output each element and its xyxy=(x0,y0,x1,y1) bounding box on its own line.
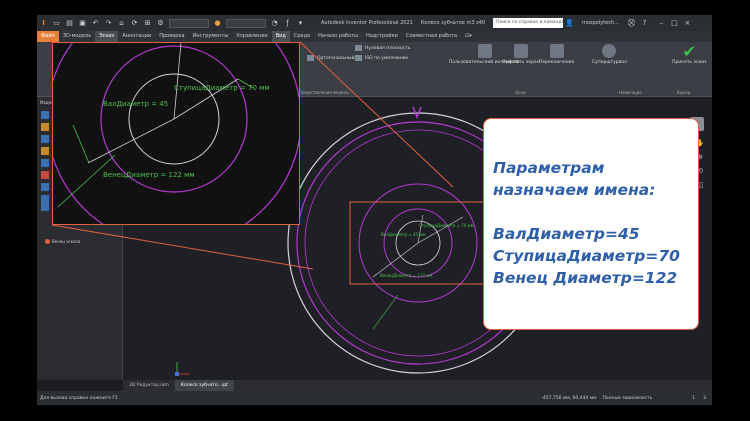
dim-line-rim xyxy=(372,242,419,278)
gear-tooth xyxy=(412,106,422,120)
ucs-triad xyxy=(175,362,189,376)
document-name: Колесо зубчатое m3 z40 xyxy=(420,20,486,26)
clear-screen-button[interactable]: Очистить экран xyxy=(502,44,540,65)
tab-3d-model[interactable]: 3D-модель xyxy=(59,31,95,42)
zoom-inset-canvas: ВалДиаметр = 45 СтупицаДиаметр = 70 мм В… xyxy=(53,43,299,224)
new-file-icon[interactable]: ▭ xyxy=(52,19,61,28)
status-count-1: 1 xyxy=(692,395,696,401)
check-icon: ✔ xyxy=(682,42,696,61)
maximize-icon[interactable]: □ xyxy=(670,19,679,28)
zoom-extension-2 xyxy=(72,124,90,164)
steering-wheel-button[interactable]: Суперштурвал xyxy=(592,44,627,65)
tab-annotations[interactable]: Аннотации xyxy=(118,31,155,42)
settings-icon[interactable]: ⚙ xyxy=(156,19,165,28)
ribbon-tabs: Файл 3D-модель Эскиз Аннотации Проверка … xyxy=(37,31,712,42)
zoom-dim-shaft[interactable]: ВалДиаметр = 45 xyxy=(103,100,168,108)
tab-file[interactable]: Файл xyxy=(37,31,59,42)
user-icon[interactable]: 👤 xyxy=(565,19,574,28)
inventor-logo-icon: I xyxy=(42,18,45,27)
custom-ui-icon xyxy=(477,44,492,58)
tab-extra-dropdown[interactable]: ⊡▾ xyxy=(461,31,476,42)
clear-screen-icon xyxy=(513,44,528,58)
status-dependencies: Полные зависимость xyxy=(602,395,653,401)
tab-environments[interactable]: Среда xyxy=(290,31,314,42)
tab-inspect[interactable]: Проверка xyxy=(155,31,188,42)
tab-view[interactable]: Вид xyxy=(271,31,290,42)
doc-tab-assembly[interactable]: 3D Редуктор.iam xyxy=(123,380,175,391)
panel-label-windows: Окна xyxy=(515,90,526,95)
sketch-item-icon xyxy=(45,239,50,244)
browser-toolstrip xyxy=(41,111,49,211)
zoom-dim-line-shaft xyxy=(173,43,182,120)
annotation-callout: Параметрам назначаем имена: ВалДиаметр=4… xyxy=(483,118,699,330)
close-icon[interactable]: × xyxy=(683,19,692,28)
tab-sketch[interactable]: Эскиз xyxy=(95,31,119,42)
switch-window-button[interactable]: Переключение xyxy=(539,44,574,65)
tab-get-started[interactable]: Начало работы xyxy=(314,31,362,42)
tab-manage[interactable]: Управление xyxy=(232,31,271,42)
clear-appearance-icon[interactable]: ◔ xyxy=(270,19,279,28)
undo-icon[interactable]: ↶ xyxy=(91,19,100,28)
tab-add-ins[interactable]: Надстройки xyxy=(362,31,402,42)
zoom-circles xyxy=(53,43,299,224)
switch-window-icon xyxy=(549,44,564,58)
tab-collaborate[interactable]: Совместная работа xyxy=(402,31,461,42)
minimize-icon[interactable]: – xyxy=(657,19,666,28)
callout-line-5: Венец Диаметр=122 xyxy=(493,269,678,287)
quick-access-toolbar: I ▭ ▤ ▣ ↶ ↷ ⌂ ⟳ ⊞ ⚙ ● ◔ ƒ ▾ Autodesk Inv… xyxy=(37,15,712,31)
ribbon-nominal-plane[interactable]: Нулевая плоскость xyxy=(355,45,411,51)
help-search-input[interactable]: Поиск по справке и командам xyxy=(493,18,564,28)
window-title: Autodesk Inventor Professional 2021 xyxy=(321,20,413,26)
open-file-icon[interactable]: ▤ xyxy=(65,19,74,28)
callout-line-4: СтупицаДиаметр=70 xyxy=(493,247,680,265)
status-help-hint: Для вызова справки нажмите F1 xyxy=(40,395,118,401)
steering-wheel-icon xyxy=(602,44,617,58)
small-dim-hub[interactable]: СтупицаДиаметр = 70 мм xyxy=(419,223,474,228)
zoom-dim-hub[interactable]: СтупицаДиаметр = 70 мм xyxy=(174,84,270,92)
zoom-inset: ВалДиаметр = 45 СтупицаДиаметр = 70 мм В… xyxy=(52,42,300,225)
user-name[interactable]: mospolytech... xyxy=(582,20,619,26)
redo-icon[interactable]: ↷ xyxy=(104,19,113,28)
fx-icon[interactable]: ƒ xyxy=(283,19,292,28)
dropdown-icon[interactable]: ▾ xyxy=(296,19,305,28)
accept-sketch-button[interactable]: ✔ Принять эскиз xyxy=(672,42,707,66)
appearance-select[interactable] xyxy=(226,18,266,28)
ribbon-orthographic[interactable]: Ортогональный xyxy=(307,55,355,61)
zoom-rim-circle xyxy=(53,43,299,224)
callout-line-1: Параметрам xyxy=(493,159,605,177)
dim-line-shaft xyxy=(417,214,424,244)
small-dim-shaft[interactable]: ВалДиаметр = 45 мм xyxy=(381,232,426,237)
document-tabs: 3D Редуктор.iam Колесо зубчато...ipt xyxy=(123,380,712,391)
select-icon[interactable]: ⊞ xyxy=(143,19,152,28)
save-icon[interactable]: ▣ xyxy=(78,19,87,28)
appearance-icon[interactable]: ● xyxy=(213,19,222,28)
dim-line-hub xyxy=(417,216,464,244)
callout-line-3: ВалДиаметр=45 xyxy=(493,225,640,243)
ribbon-iso[interactable]: ISO по умолчанию xyxy=(355,55,408,61)
small-dim-rim[interactable]: ВенецДиаметр = 122 мм xyxy=(380,273,432,278)
help-icon[interactable]: ? xyxy=(640,19,649,28)
zoom-extension-1 xyxy=(57,154,116,208)
dim-extension-rim xyxy=(372,294,399,330)
panel-label-navigation: Навигация xyxy=(619,90,642,95)
doc-tab-part[interactable]: Колесо зубчато...ipt xyxy=(174,380,234,391)
status-coordinates: -457,756 мм, 60,444 мм xyxy=(541,395,597,401)
cart-icon[interactable]: ⛒ xyxy=(627,19,636,28)
panel-label-representation: Представления модели xyxy=(299,90,349,95)
status-count-2: 3 xyxy=(703,395,706,401)
browser-item[interactable]: Венец эскиза xyxy=(45,239,80,244)
home-icon[interactable]: ⌂ xyxy=(117,19,126,28)
panel-label-exit: Выход xyxy=(677,90,691,95)
material-select[interactable] xyxy=(169,18,209,28)
update-icon[interactable]: ⟳ xyxy=(130,19,139,28)
zoom-dim-rim[interactable]: ВенецДиаметр = 122 мм xyxy=(103,171,195,179)
callout-line-2: назначаем имена: xyxy=(493,181,656,199)
tab-tools[interactable]: Инструменты xyxy=(189,31,233,42)
status-bar: Для вызова справки нажмите F1 -457,756 м… xyxy=(37,391,712,405)
